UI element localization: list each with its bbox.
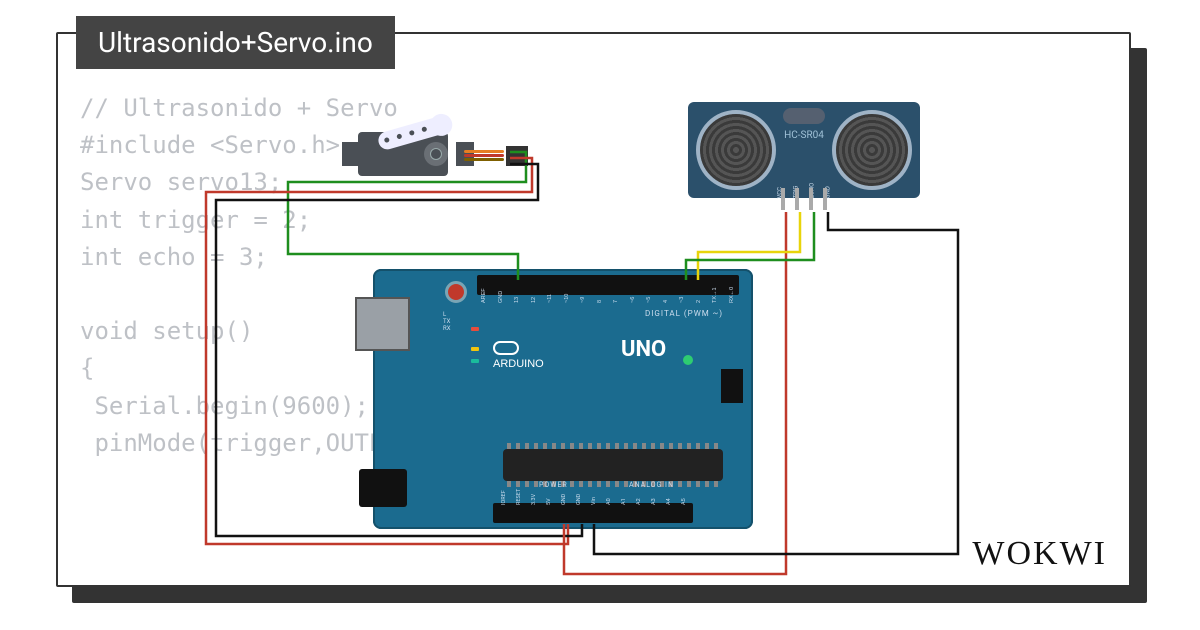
led-on-icon — [683, 355, 693, 365]
project-card: // Ultrasonido + Servo #include <Servo.h… — [56, 32, 1131, 587]
servo-motor[interactable] — [328, 124, 468, 184]
infinity-icon — [493, 341, 519, 355]
file-title: Ultrasonido+Servo.ino — [98, 26, 373, 59]
crystal-icon — [783, 108, 825, 124]
reset-button[interactable] — [445, 281, 467, 303]
servo-shaft — [424, 142, 448, 166]
led-rx-icon — [471, 359, 479, 363]
power-jack-icon — [359, 469, 407, 507]
servo-leads — [464, 150, 504, 162]
led-labels: LTXRX — [443, 311, 450, 332]
led-tx-icon — [471, 347, 479, 351]
bottom-pin-labels: IOREFRESET3.3V5VGNDGNDVinA0A1A2A3A4A5 — [499, 497, 689, 503]
ultrasonic-transducer-icon — [696, 110, 776, 190]
sensor-pins — [781, 188, 827, 210]
arduino-board[interactable]: AREFGND1312~11~10~987~6~54~32TX→1RX←0 DI… — [373, 269, 753, 529]
atmega-chip-icon — [503, 449, 723, 481]
power-analog-header — [493, 503, 693, 523]
arduino-logo: ARDUINO — [493, 341, 544, 370]
servo-connector — [506, 146, 528, 166]
circuit-canvas: HC-SR04 VCC TRIG ECHO GND AREFGND1312~11… — [58, 34, 1129, 585]
ultrasonic-sensor[interactable]: HC-SR04 VCC TRIG ECHO GND — [688, 102, 920, 198]
analog-section-label: ANALOG IN — [629, 481, 674, 489]
ultrasonic-transducer-icon — [832, 110, 912, 190]
digital-section-label: DIGITAL (PWM ~) — [645, 309, 723, 318]
file-title-tab: Ultrasonido+Servo.ino — [76, 16, 395, 69]
digital-pin-labels: AREFGND1312~11~10~987~6~54~32TX→1RX←0 — [479, 295, 737, 301]
board-model-label: UNO — [621, 337, 666, 362]
led-l-icon — [471, 327, 479, 331]
usb-port-icon — [355, 297, 410, 351]
digital-header — [477, 275, 739, 295]
sensor-model-label: HC-SR04 — [784, 130, 824, 141]
power-section-label: POWER — [539, 481, 568, 489]
icsp-header-icon — [721, 369, 743, 403]
